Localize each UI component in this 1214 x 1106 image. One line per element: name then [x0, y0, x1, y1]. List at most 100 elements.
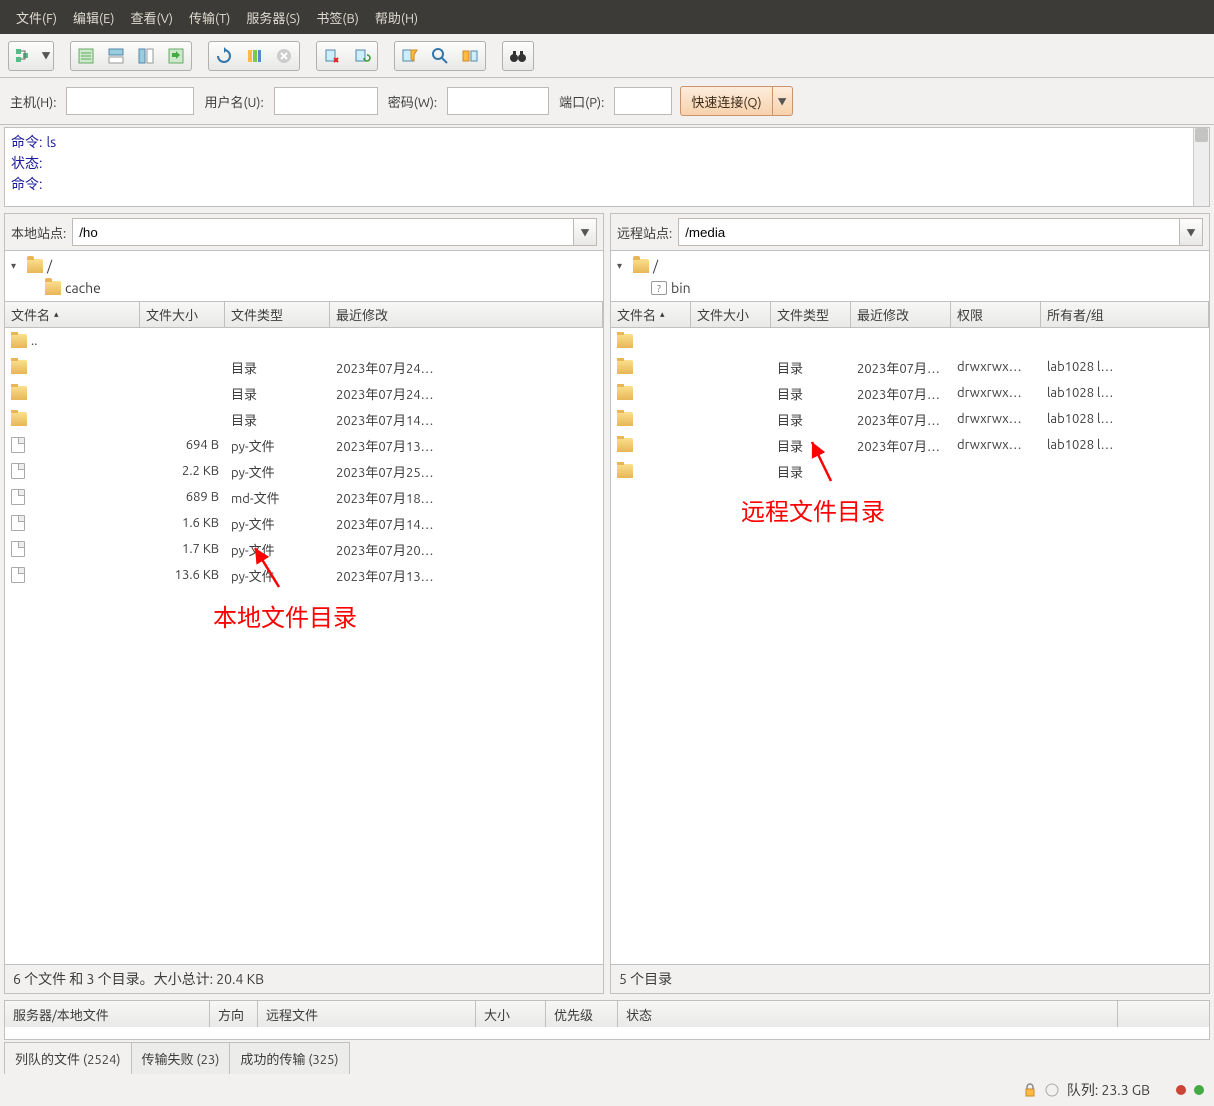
table-row[interactable]: 目录2023年07月…drwxrwx…lab1028 l… [611, 354, 1209, 380]
table-row[interactable]: 目录2023年07月…drwxrwx…lab1028 l… [611, 432, 1209, 458]
local-path-dropdown-icon[interactable]: ▼ [573, 218, 597, 246]
status-dot-green-icon [1194, 1085, 1204, 1095]
menu-bookmarks[interactable]: 书签(B) [308, 4, 366, 31]
remote-tree[interactable]: ▾/ ?bin [611, 250, 1209, 302]
menu-file[interactable]: 文件(F) [8, 4, 65, 31]
table-row[interactable]: 13.6 KBpy-文件2023年07月13… [5, 562, 603, 588]
username-label: 用户名(U): [202, 92, 265, 111]
tree-node[interactable]: bin [671, 280, 691, 296]
folder-icon [617, 464, 633, 478]
toggle-remote-tree-icon[interactable] [131, 42, 161, 70]
compare-icon[interactable] [455, 42, 485, 70]
col-filesize[interactable]: 文件大小 [691, 302, 771, 327]
tree-node[interactable]: / [653, 258, 658, 274]
log-label: 命令: [11, 174, 42, 195]
remote-path-dropdown-icon[interactable]: ▼ [1179, 218, 1203, 246]
local-summary: 6 个文件 和 3 个目录。大小总计: 20.4 KB [5, 964, 603, 993]
password-input[interactable] [447, 87, 549, 115]
folder-icon [617, 360, 633, 374]
reconnect-icon[interactable] [347, 42, 377, 70]
toggle-queue-icon[interactable] [161, 42, 191, 70]
folder-icon [11, 412, 27, 426]
cancel-icon[interactable] [269, 42, 299, 70]
queue-col[interactable]: 大小 [476, 1001, 546, 1027]
toggle-local-tree-icon[interactable] [101, 42, 131, 70]
tree-node[interactable]: cache [65, 280, 101, 296]
table-row[interactable]: 1.7 KBpy-文件2023年07月20… [5, 536, 603, 562]
menu-transfer[interactable]: 传输(T) [181, 4, 238, 31]
folder-icon [45, 281, 61, 295]
quickconnect-dropdown-icon[interactable]: ▼ [773, 86, 793, 116]
table-row[interactable]: 694 Bpy-文件2023年07月13… [5, 432, 603, 458]
table-row[interactable]: .. [5, 328, 603, 354]
local-panel: 本地站点: ▼ ▾/ cache 文件名▴ 文件大小 文件类型 最近修改 ..目… [4, 213, 604, 994]
col-filesize[interactable]: 文件大小 [140, 302, 225, 327]
local-file-list: 文件名▴ 文件大小 文件类型 最近修改 ..目录2023年07月24…目录202… [5, 302, 603, 964]
local-path-input[interactable] [72, 218, 573, 246]
table-row[interactable]: 目录2023年07月24… [5, 380, 603, 406]
log-scrollbar[interactable] [1193, 128, 1209, 206]
menu-edit[interactable]: 编辑(E) [65, 4, 122, 31]
col-filename[interactable]: 文件名▴ [5, 302, 140, 327]
col-filename[interactable]: 文件名▴ [611, 302, 691, 327]
col-filetype[interactable]: 文件类型 [225, 302, 330, 327]
col-permissions[interactable]: 权限 [951, 302, 1041, 327]
quickconnect-button[interactable]: 快速连接(Q) [680, 86, 772, 116]
refresh-icon[interactable] [209, 42, 239, 70]
tab-queued-files[interactable]: 列队的文件 (2524) [4, 1042, 132, 1074]
folder-icon [27, 259, 43, 273]
tree-node[interactable]: / [47, 258, 52, 274]
table-row[interactable]: 目录 [611, 458, 1209, 484]
menu-server[interactable]: 服务器(S) [238, 4, 308, 31]
lock-icon [1023, 1083, 1037, 1097]
queue-col[interactable]: 状态 [618, 1001, 1118, 1027]
table-row[interactable] [611, 328, 1209, 354]
queue-col[interactable]: 远程文件 [258, 1001, 476, 1027]
col-modified[interactable]: 最近修改 [330, 302, 603, 327]
remote-path-input[interactable] [678, 218, 1179, 246]
log-label: 状态: [11, 153, 42, 174]
filter-icon[interactable] [395, 42, 425, 70]
file-icon [11, 541, 25, 557]
disconnect-icon[interactable] [317, 42, 347, 70]
remote-panel: 远程站点: ▼ ▾/ ?bin 文件名▴ 文件大小 文件类型 最近修改 权限 所… [610, 213, 1210, 994]
queue-col[interactable]: 方向 [210, 1001, 258, 1027]
table-row[interactable]: 目录2023年07月…drwxrwx…lab1028 l… [611, 380, 1209, 406]
table-row[interactable]: 689 Bmd-文件2023年07月18… [5, 484, 603, 510]
queue-col[interactable]: 服务器/本地文件 [5, 1001, 210, 1027]
tree-collapse-icon[interactable]: ▾ [11, 260, 23, 272]
site-manager-dropdown-icon[interactable]: ▼ [39, 49, 53, 62]
col-owner[interactable]: 所有者/组 [1041, 302, 1209, 327]
message-log[interactable]: 命令: ls 状态: 命令: [4, 127, 1210, 207]
file-icon [11, 489, 25, 505]
remote-file-list: 文件名▴ 文件大小 文件类型 最近修改 权限 所有者/组 目录2023年07月…… [611, 302, 1209, 964]
queue-col[interactable]: 优先级 [546, 1001, 618, 1027]
col-modified[interactable]: 最近修改 [851, 302, 951, 327]
site-manager-icon[interactable] [9, 42, 39, 70]
menubar: 文件(F) 编辑(E) 查看(V) 传输(T) 服务器(S) 书签(B) 帮助(… [0, 0, 1214, 34]
port-input[interactable] [614, 87, 672, 115]
toggle-log-icon[interactable] [71, 42, 101, 70]
local-tree[interactable]: ▾ / cache [5, 250, 603, 302]
password-label: 密码(W): [386, 92, 439, 111]
file-icon [11, 567, 25, 583]
host-input[interactable] [66, 87, 194, 115]
transfer-queue: 服务器/本地文件方向远程文件大小优先级状态 [4, 1000, 1210, 1040]
search-icon[interactable] [425, 42, 455, 70]
col-filetype[interactable]: 文件类型 [771, 302, 851, 327]
process-queue-icon[interactable] [239, 42, 269, 70]
binoculars-icon[interactable] [503, 42, 533, 70]
table-row[interactable]: 目录2023年07月…drwxrwx…lab1028 l… [611, 406, 1209, 432]
table-row[interactable]: 1.6 KBpy-文件2023年07月14… [5, 510, 603, 536]
table-row[interactable]: 目录2023年07月24… [5, 354, 603, 380]
file-icon [11, 463, 25, 479]
tab-successful-transfers[interactable]: 成功的传输 (325) [229, 1042, 349, 1074]
file-icon [11, 437, 25, 453]
menu-help[interactable]: 帮助(H) [367, 4, 426, 31]
table-row[interactable]: 目录2023年07月14… [5, 406, 603, 432]
menu-view[interactable]: 查看(V) [123, 4, 181, 31]
table-row[interactable]: 2.2 KBpy-文件2023年07月25… [5, 458, 603, 484]
username-input[interactable] [274, 87, 378, 115]
tab-failed-transfers[interactable]: 传输失败 (23) [131, 1042, 231, 1074]
tree-collapse-icon[interactable]: ▾ [617, 260, 629, 272]
